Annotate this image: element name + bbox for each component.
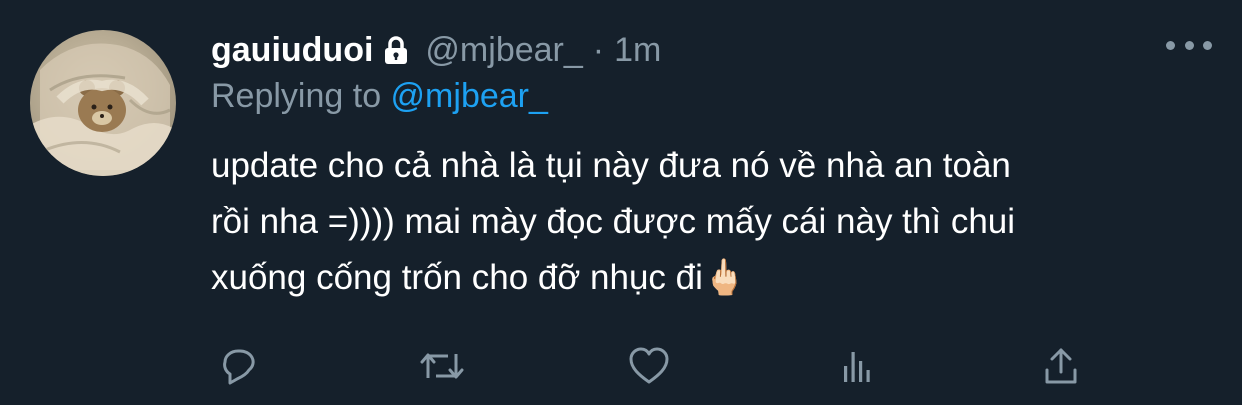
user-handle[interactable]: @mjbear_ <box>425 31 582 70</box>
tweet[interactable]: gauiuduoi @mjbear_ · 1m Replying to @mjb… <box>0 0 1242 405</box>
reply-icon <box>223 349 255 385</box>
analytics-icon <box>844 352 870 382</box>
tweet-text-line: rồi nha =)))) mai mày đọc được mấy cái n… <box>211 202 1016 241</box>
replying-label: Replying to <box>211 77 391 115</box>
reply-mention-link[interactable]: @mjbear_ <box>391 77 548 115</box>
tweet-text-line: update cho cả nhà là tụi này đưa nó về n… <box>211 146 1011 185</box>
avatar[interactable] <box>30 30 176 176</box>
lock-icon <box>381 35 411 65</box>
retweet-button[interactable] <box>412 336 472 396</box>
tweet-text: update cho cả nhà là tụi này đưa nó về n… <box>211 138 1201 306</box>
share-icon <box>1045 348 1077 384</box>
more-dots-icon[interactable] <box>1166 32 1212 58</box>
tweet-header: gauiuduoi @mjbear_ · 1m <box>211 22 661 78</box>
share-button[interactable] <box>1031 336 1091 396</box>
analytics-button[interactable] <box>826 336 886 396</box>
like-button[interactable] <box>619 336 679 396</box>
tweet-text-line: xuống cống trốn cho đỡ nhục đi🖕🏻 <box>211 258 747 297</box>
separator-dot: · <box>592 30 605 69</box>
tweet-timestamp[interactable]: 1m <box>614 31 661 70</box>
retweet-icon <box>420 353 464 379</box>
display-name[interactable]: gauiuduoi <box>211 31 373 70</box>
reply-button[interactable] <box>207 336 267 396</box>
replying-to: Replying to @mjbear_ <box>211 77 548 116</box>
like-icon <box>629 347 669 384</box>
